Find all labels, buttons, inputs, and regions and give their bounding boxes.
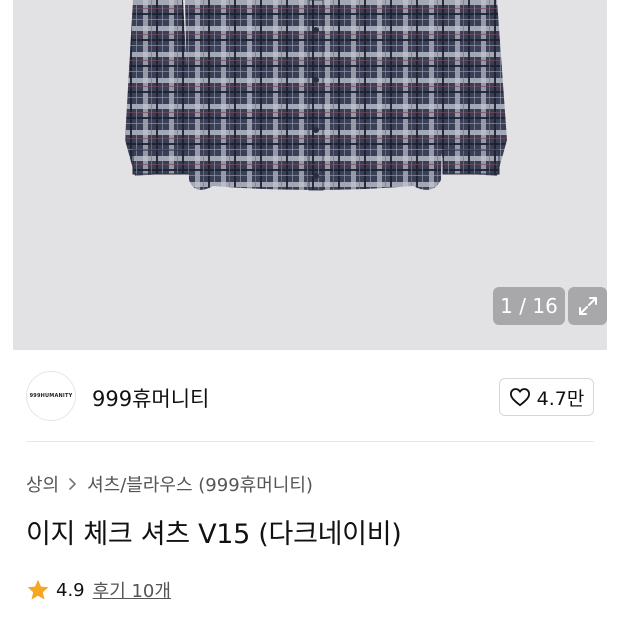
divider — [26, 441, 594, 442]
rating-row: 4.9 후기 10개 — [26, 577, 171, 603]
breadcrumb-subcategory[interactable]: 셔츠/블라우스 (999휴머니티) — [87, 471, 313, 497]
product-image[interactable]: 1 / 16 — [13, 0, 607, 350]
product-image-gallery[interactable]: 1 / 16 — [0, 0, 620, 350]
breadcrumb: 상의 셔츠/블라우스 (999휴머니티) — [26, 471, 313, 497]
breadcrumb-category[interactable]: 상의 — [26, 471, 59, 497]
brand-logo-text: 999HUMANITY — [29, 393, 73, 399]
expand-arrows-icon — [578, 297, 597, 315]
brand-row: 999HUMANITY 999휴머니티 4.7만 — [0, 350, 620, 442]
brand-name[interactable]: 999휴머니티 — [92, 383, 209, 413]
expand-image-button[interactable] — [568, 287, 607, 325]
star-icon — [27, 579, 49, 600]
rating-value: 4.9 — [56, 579, 85, 601]
like-button[interactable]: 4.7만 — [499, 378, 594, 416]
product-title: 이지 체크 셔츠 V15 (다크네이비) — [26, 519, 402, 550]
brand-logo[interactable]: 999HUMANITY — [26, 371, 76, 421]
chevron-right-icon — [68, 477, 77, 491]
review-count-link[interactable]: 후기 10개 — [93, 577, 171, 603]
heart-outline-icon — [509, 388, 530, 407]
like-count: 4.7만 — [536, 387, 585, 410]
image-counter: 1 / 16 — [493, 287, 565, 325]
